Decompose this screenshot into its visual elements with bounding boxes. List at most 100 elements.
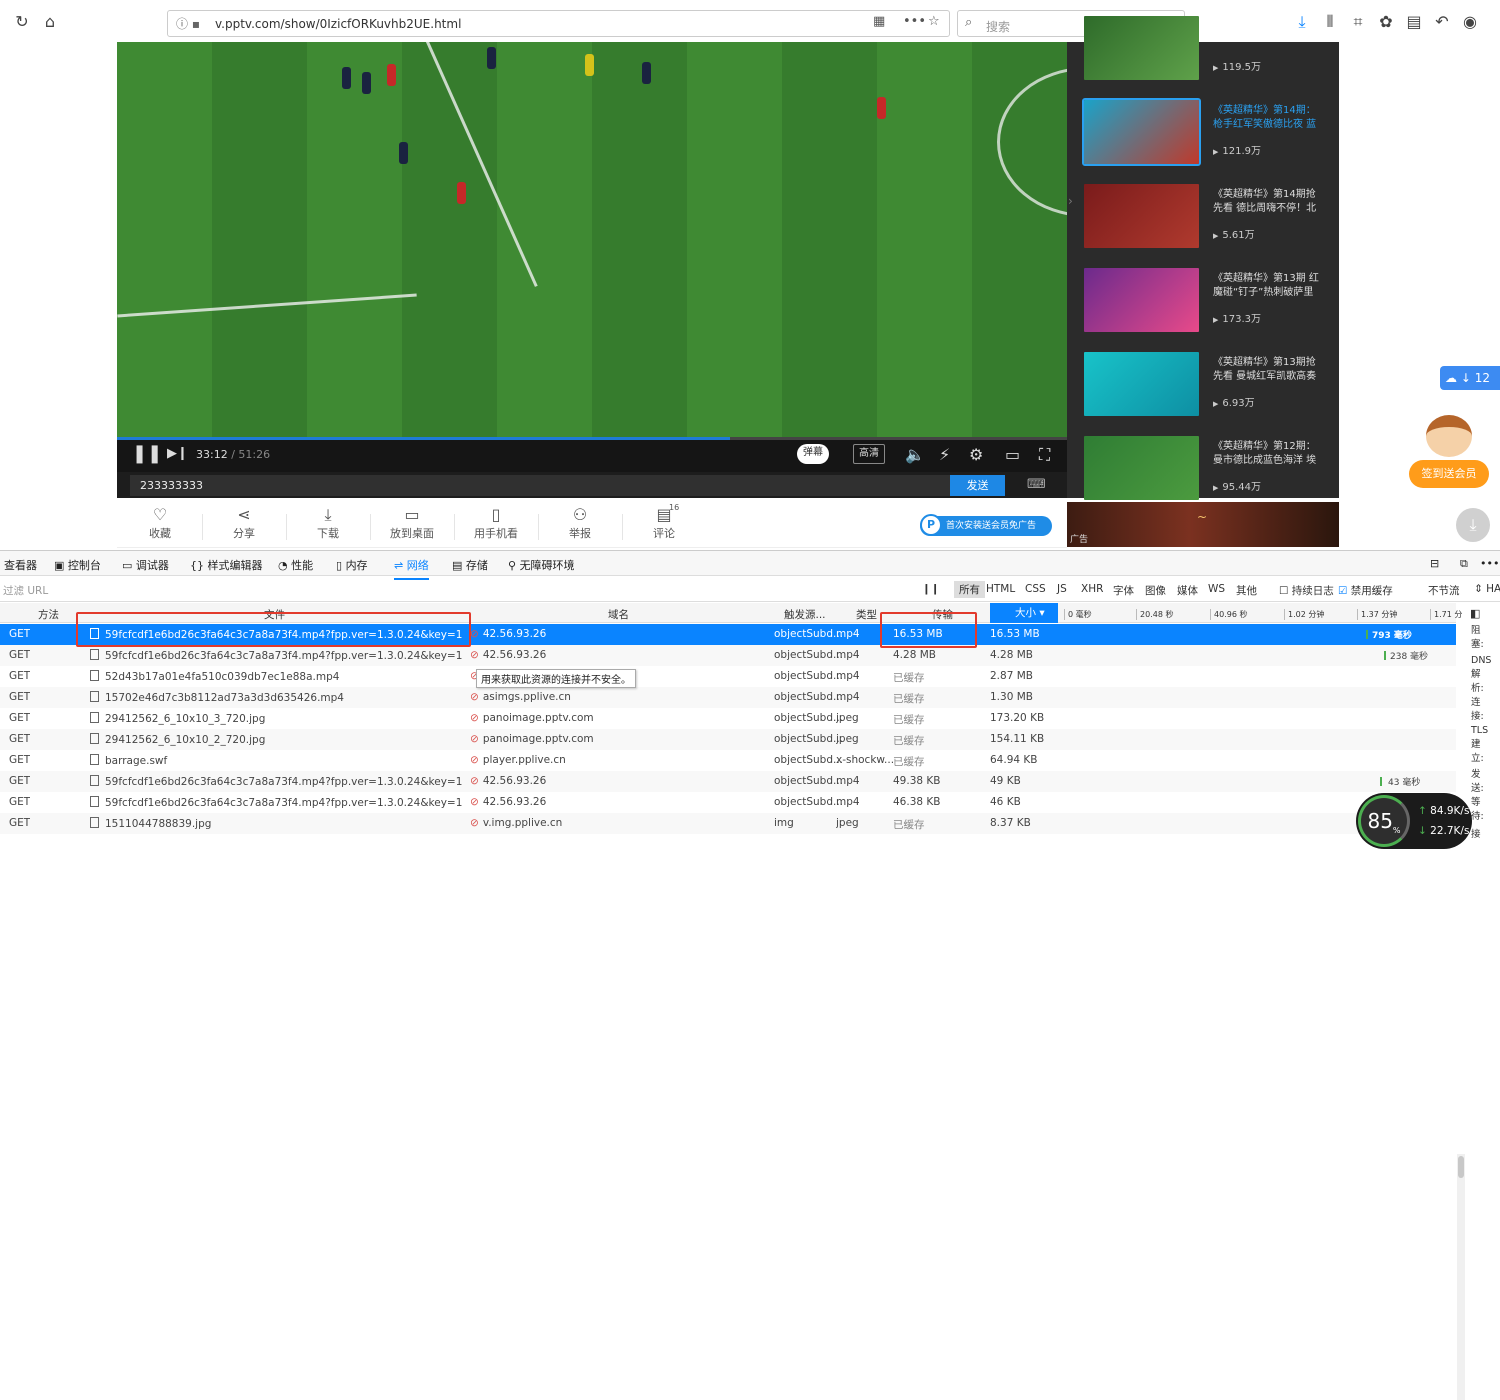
progress-bar[interactable] xyxy=(117,437,1067,440)
action-share[interactable]: ⋖ 分享 xyxy=(214,505,274,541)
request-file[interactable]: 59fcfcdf1e6bd26c3fa64c3c7a8a73f4.mp4?fpp… xyxy=(90,796,462,809)
request-row[interactable]: GET 29412562_6_10x10_2_720.jpg ⊘ panoimage.… xyxy=(0,729,1456,750)
playlist-title[interactable]: 《英超精华》第13期 红魔碰“钉子”热刺破萨里 xyxy=(1213,272,1325,300)
request-row[interactable]: GET 52d43b17a01e4fa510c039db7ec1e88a.mp4 ⊘… xyxy=(0,666,1456,687)
back-arrow-icon[interactable]: ↶ xyxy=(1432,12,1452,32)
scrollbar-thumb[interactable] xyxy=(1458,1156,1464,1178)
bookmark-star-icon[interactable]: ☆ xyxy=(928,14,940,29)
playlist-thumbnail[interactable] xyxy=(1084,184,1199,248)
page-info-icon[interactable]: ⓘ ▪ xyxy=(176,15,200,32)
disable-cache-checkbox[interactable]: ☑ 禁用缓存 xyxy=(1338,583,1393,598)
request-row[interactable]: GET 59fcfcdf1e6bd26c3fa64c3c7a8a73f4.mp4?… xyxy=(0,792,1456,813)
playlist-thumbnail[interactable] xyxy=(1084,352,1199,416)
column-type[interactable]: 类型 xyxy=(856,607,877,622)
request-row[interactable]: GET 29412562_6_10x10_3_720.jpg ⊘ panoimage.… xyxy=(0,708,1456,729)
split-console-icon[interactable]: ⊟ xyxy=(1430,557,1439,570)
danmu-settings-icon[interactable]: ⌨ xyxy=(1027,477,1046,492)
playlist-title[interactable]: 《英超精华》第13期抢先看 曼城红军凯歌高奏 xyxy=(1213,356,1325,384)
sidebar-icon[interactable]: ▤ xyxy=(1404,12,1424,32)
devtools-tab-8[interactable]: ⚲ 无障碍环境 xyxy=(508,557,575,573)
account-icon[interactable]: ◉ xyxy=(1460,12,1480,32)
quality-button[interactable]: 高清 xyxy=(853,444,885,464)
action-heart[interactable]: ♡ 收藏 xyxy=(130,505,190,541)
request-file[interactable]: 59fcfcdf1e6bd26c3fa64c3c7a8a73f4.mp4?fpp… xyxy=(90,649,462,662)
request-file[interactable]: barrage.swf xyxy=(90,754,462,767)
request-file[interactable]: 52d43b17a01e4fa510c039db7ec1e88a.mp4 xyxy=(90,670,462,683)
devtools-tab-7[interactable]: ▤ 存储 xyxy=(452,557,488,573)
column-size[interactable]: 大小 ▾ xyxy=(990,603,1058,623)
devtools-scrollbar[interactable] xyxy=(1457,1154,1465,1400)
url-text[interactable]: v.pptv.com/show/0IzicfORKuvhb2UE.html xyxy=(215,17,461,31)
devtools-tab-0[interactable]: 查看器 xyxy=(4,557,37,573)
request-file[interactable]: 15702e46d7c3b8112ad73a3d3d635426.mp4 xyxy=(90,691,462,704)
fullscreen-icon[interactable]: ⛶ xyxy=(1039,445,1050,465)
filter-1[interactable]: HTML xyxy=(986,583,1015,595)
playlist-item[interactable]: 119.5万 xyxy=(1084,16,1322,82)
filter-0[interactable]: 所有 xyxy=(954,581,985,598)
filter-3[interactable]: JS xyxy=(1057,583,1067,595)
playlist-item[interactable]: 《英超精华》第13期 红魔碰“钉子”热刺破萨里 173.3万 xyxy=(1084,268,1322,334)
reload-icon[interactable]: ↻ xyxy=(12,12,32,32)
screenshot-icon[interactable]: ⌗ xyxy=(1348,12,1368,32)
column-domain[interactable]: 域名 xyxy=(608,607,629,622)
request-row[interactable]: GET 1511044788839.jpg ⊘ v.img.pplive.cn img j… xyxy=(0,813,1456,834)
playlist-title[interactable]: 《英超精华》第12期：曼市德比成蓝色海洋 埃 xyxy=(1213,440,1325,468)
devtools-tab-6[interactable]: ⇌ 网络 xyxy=(394,557,429,580)
devtools-menu-icon[interactable]: ••• xyxy=(1480,557,1499,570)
request-file[interactable]: 29412562_6_10x10_2_720.jpg xyxy=(90,733,462,746)
pause-icon[interactable]: ❙❙ xyxy=(922,583,940,595)
send-button[interactable]: 发送 xyxy=(950,475,1005,496)
column-cause[interactable]: 触发源... xyxy=(784,607,826,622)
playlist-thumbnail[interactable] xyxy=(1082,98,1201,166)
filter-7[interactable]: 媒体 xyxy=(1177,583,1198,598)
filter-9[interactable]: 其他 xyxy=(1236,583,1257,598)
playlist-title[interactable]: 《英超精华》第14期：枪手红军笑傲德比夜 蓝 xyxy=(1213,104,1325,132)
danmu-input[interactable]: 233333333 xyxy=(130,475,950,496)
cloud-download-button[interactable]: ☁ ↓ 12 xyxy=(1440,366,1500,390)
request-row[interactable]: GET 15702e46d7c3b8112ad73a3d3d635426.mp4 ⊘… xyxy=(0,687,1456,708)
video-frame[interactable] xyxy=(117,42,1067,438)
mascot-avatar[interactable] xyxy=(1420,415,1480,465)
playlist-item[interactable]: 《英超精华》第14期：枪手红军笑傲德比夜 蓝 121.9万 xyxy=(1082,98,1325,166)
playlist-thumbnail[interactable] xyxy=(1084,268,1199,332)
action-comment[interactable]: ▤ 评论 xyxy=(634,505,694,541)
filter-4[interactable]: XHR xyxy=(1081,583,1103,595)
url-bar[interactable]: ⓘ ▪ v.pptv.com/show/0IzicfORKuvhb2UE.htm… xyxy=(167,10,950,37)
ad-banner[interactable]: ~ 广告 xyxy=(1067,502,1339,547)
danmu-toggle[interactable]: 弹幕 xyxy=(797,444,829,464)
filter-5[interactable]: 字体 xyxy=(1113,583,1134,598)
filter-6[interactable]: 图像 xyxy=(1145,583,1166,598)
throttle-select[interactable]: 不节流 xyxy=(1428,583,1460,598)
persist-log-checkbox[interactable]: ☐ 持续日志 xyxy=(1279,583,1334,598)
settings-icon[interactable]: ⚙ xyxy=(969,445,983,464)
har-menu[interactable]: ⇕ HA xyxy=(1474,583,1500,595)
speed-boost-icon[interactable]: ⚡ xyxy=(939,445,950,464)
devtools-tab-1[interactable]: ▣ 控制台 xyxy=(54,557,101,573)
pause-icon[interactable]: ❚❚ xyxy=(132,443,162,464)
playlist-thumbnail[interactable] xyxy=(1084,16,1199,80)
request-row[interactable]: GET barrage.swf ⊘ player.pplive.cn objectSub… xyxy=(0,750,1456,771)
action-desktop[interactable]: ▭ 放到桌面 xyxy=(382,505,442,541)
download-circle-icon[interactable]: ⤓ xyxy=(1456,508,1490,542)
more-actions-icon[interactable]: ••• xyxy=(903,14,926,29)
network-speed-widget[interactable]: 85% 84.9K/s 22.7K/s xyxy=(1356,793,1472,849)
volume-icon[interactable]: 🔈 xyxy=(905,445,925,464)
devtools-tab-4[interactable]: ◔ 性能 xyxy=(278,557,313,573)
devtools-tab-5[interactable]: ▯ 内存 xyxy=(336,557,368,573)
action-report[interactable]: ⚇ 举报 xyxy=(550,505,610,541)
extension-icon[interactable]: ✿ xyxy=(1376,12,1396,32)
playlist-collapse-arrow-icon[interactable]: › xyxy=(1068,194,1073,208)
next-icon[interactable]: ▶❙ xyxy=(167,446,188,461)
widescreen-icon[interactable]: ▭ xyxy=(1005,445,1020,464)
playlist-title[interactable]: 《英超精华》第14期抢先看 德比周嗨不停！北 xyxy=(1213,188,1325,216)
playlist-item[interactable]: 《英超精华》第14期抢先看 德比周嗨不停！北 5.61万 xyxy=(1084,184,1322,250)
playlist-item[interactable]: 《英超精华》第12期：曼市德比成蓝色海洋 埃 95.44万 xyxy=(1084,436,1322,502)
filter-url-input[interactable]: 过滤 URL xyxy=(3,583,48,598)
devtools-tab-2[interactable]: ▭ 调试器 xyxy=(122,557,169,573)
dock-icon[interactable]: ⧉ xyxy=(1460,557,1468,571)
filter-8[interactable]: WS xyxy=(1208,583,1225,595)
library-icon[interactable]: ⫴ xyxy=(1320,12,1340,32)
request-row[interactable]: GET 59fcfcdf1e6bd26c3fa64c3c7a8a73f4.mp4?… xyxy=(0,771,1456,792)
playlist-thumbnail[interactable] xyxy=(1084,436,1199,500)
devtools-tab-3[interactable]: {} 样式编辑器 xyxy=(190,557,263,573)
